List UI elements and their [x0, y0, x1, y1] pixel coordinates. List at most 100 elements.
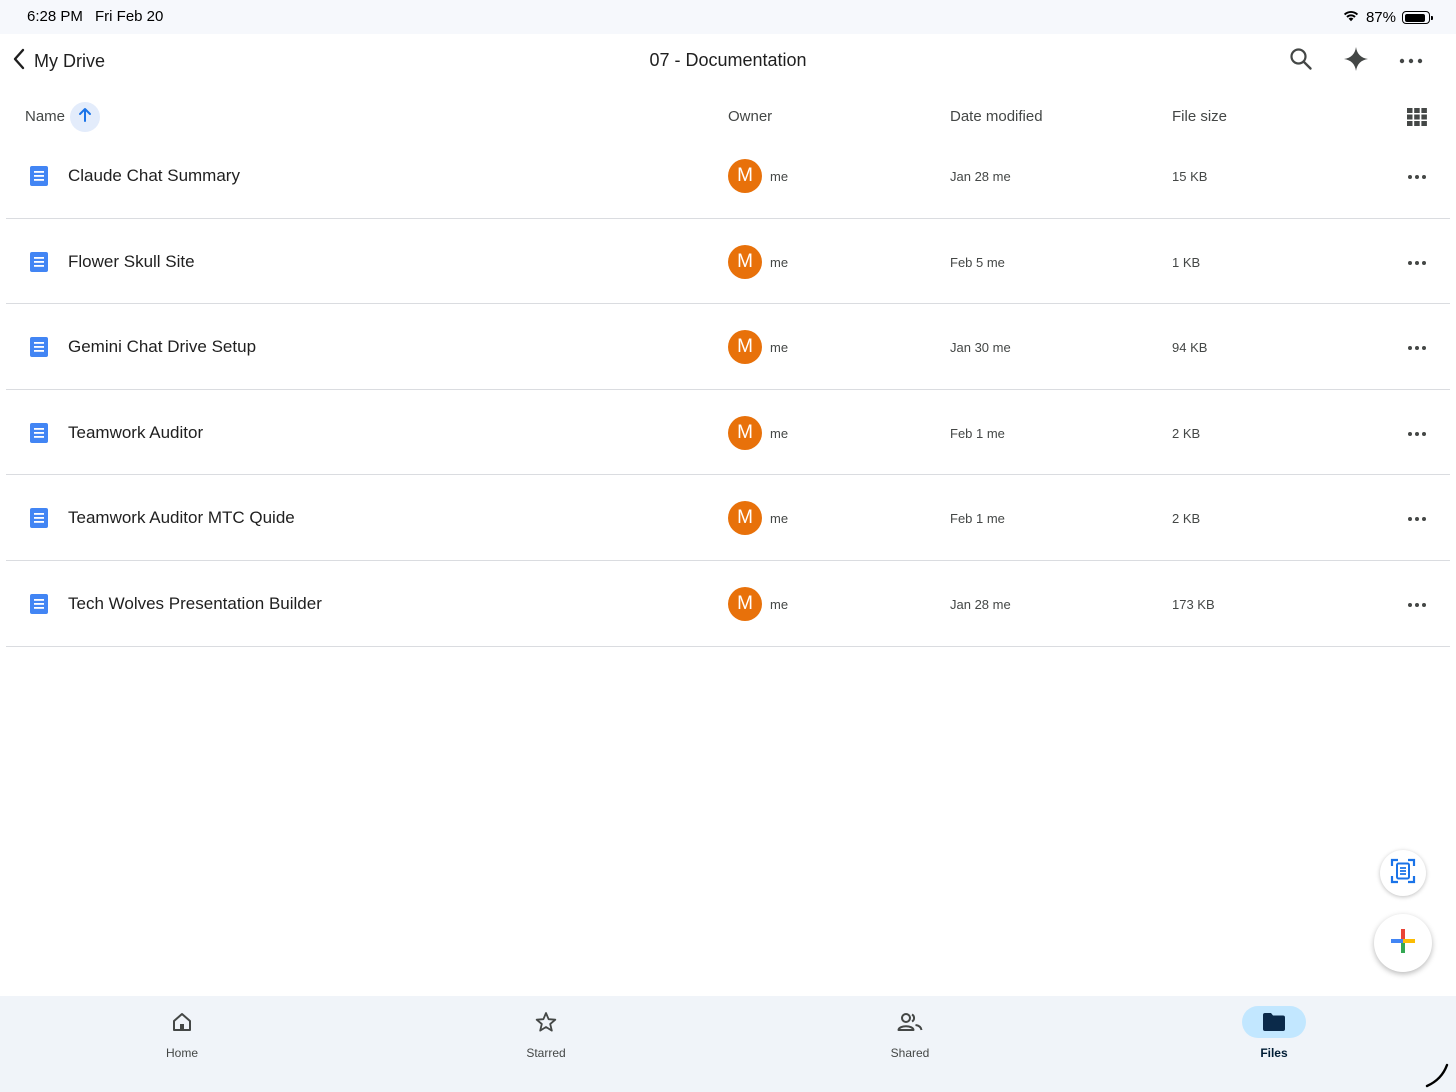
file-size: 15 KB — [1172, 169, 1208, 184]
more-icon — [1407, 338, 1427, 356]
battery-level — [1404, 13, 1425, 22]
file-owner: me — [770, 596, 789, 612]
file-name: Teamwork Auditor MTC Quide — [68, 508, 295, 528]
more-icon — [1407, 424, 1427, 442]
grid-view-button[interactable] — [1406, 106, 1428, 128]
owner-avatar: M — [728, 586, 762, 621]
more-icon — [1407, 509, 1427, 527]
column-file-size: File size — [1172, 108, 1228, 125]
file-date-modified: Jan 30 me — [950, 340, 1011, 356]
scan-document-button[interactable] — [1380, 850, 1426, 896]
page-title: 07 - Documentation — [649, 50, 807, 70]
file-owner: me — [770, 340, 789, 356]
file-owner: me — [770, 511, 789, 527]
file-size: 2 KB — [1172, 425, 1201, 441]
sort-direction-button[interactable] — [70, 102, 100, 132]
chevron-left-icon — [12, 48, 26, 75]
file-owner: me — [770, 169, 789, 184]
google-docs-icon — [29, 508, 49, 529]
file-more-button[interactable] — [1402, 334, 1432, 360]
back-button[interactable]: My Drive — [12, 46, 105, 76]
owner-avatar: M — [728, 159, 762, 193]
file-date-modified: Feb 1 me — [950, 511, 1005, 527]
owner-avatar: M — [728, 244, 762, 279]
column-owner: Owner — [728, 108, 773, 125]
file-name: Tech Wolves Presentation Builder — [68, 593, 322, 613]
file-name: Flower Skull Site — [68, 251, 195, 271]
file-date-modified: Feb 1 me — [950, 425, 1005, 441]
file-more-button[interactable] — [1402, 249, 1432, 275]
file-size: 173 KB — [1172, 596, 1215, 612]
file-owner: me — [770, 425, 789, 441]
owner-avatar: M — [728, 330, 762, 365]
folder-icon — [1242, 1006, 1306, 1038]
nav-starred[interactable]: Starred — [476, 1006, 616, 1060]
file-name: Teamwork Auditor — [68, 422, 204, 442]
file-more-button[interactable] — [1402, 163, 1432, 189]
column-name[interactable]: Name — [25, 108, 65, 125]
google-docs-icon — [29, 251, 49, 272]
new-item-button[interactable] — [1374, 914, 1432, 972]
file-row[interactable]: Gemini Chat Drive Setup Mme Jan 30 me 94 KB — [6, 304, 1450, 390]
file-row[interactable]: Claude Chat Summary Mme Jan 28 me 15 KB — [6, 133, 1450, 219]
google-docs-icon — [29, 422, 49, 443]
more-icon — [1407, 253, 1427, 271]
wifi-icon — [1342, 8, 1360, 27]
gemini-sparkle-icon — [1342, 45, 1370, 78]
search-icon — [1288, 46, 1314, 77]
owner-avatar: M — [728, 415, 762, 450]
google-docs-icon — [29, 593, 49, 614]
file-date-modified: Jan 28 me — [950, 596, 1011, 612]
file-date-modified: Jan 28 me — [950, 169, 1011, 184]
file-row[interactable]: Flower Skull Site Mme Feb 5 me 1 KB — [6, 219, 1450, 305]
file-date-modified: Feb 5 me — [950, 254, 1005, 270]
nav-label: Home — [165, 1046, 198, 1060]
nav-label: Files — [1260, 1046, 1288, 1060]
nav-shared[interactable]: Shared — [840, 1006, 980, 1060]
file-name: Claude Chat Summary — [68, 166, 240, 185]
status-bar: 6:28 PM Fri Feb 20 87% — [0, 0, 1456, 34]
nav-files[interactable]: Files — [1204, 1006, 1344, 1060]
bottom-navigation: Home Starred Shared Files — [0, 996, 1456, 1092]
more-icon — [1407, 167, 1427, 185]
nav-label: Starred — [526, 1046, 566, 1060]
battery-percent: 87% — [1365, 9, 1396, 26]
file-size: 1 KB — [1172, 254, 1201, 270]
file-size: 2 KB — [1172, 511, 1201, 527]
file-row[interactable]: Teamwork Auditor Mme Feb 1 me 2 KB — [6, 390, 1450, 476]
status-date: Fri Feb 20 — [95, 8, 164, 25]
grid-view-icon — [1406, 108, 1428, 132]
file-more-button[interactable] — [1402, 505, 1432, 531]
shared-people-icon — [878, 1006, 942, 1038]
battery-icon — [1402, 11, 1433, 24]
file-more-button[interactable] — [1402, 420, 1432, 446]
file-size: 94 KB — [1172, 340, 1208, 356]
arrow-up-icon — [78, 107, 92, 127]
file-row[interactable]: Teamwork Auditor MTC Quide Mme Feb 1 me 2 K… — [6, 475, 1450, 561]
status-time: 6:28 PM — [27, 8, 83, 25]
more-icon — [1407, 595, 1427, 613]
top-app-bar: My Drive 07 - Documentation — [0, 34, 1456, 88]
home-icon — [150, 1006, 214, 1038]
more-icon — [1399, 52, 1423, 70]
search-button[interactable] — [1286, 46, 1316, 76]
status-indicators: 87% — [1342, 8, 1433, 27]
owner-avatar: M — [728, 501, 762, 536]
file-more-button[interactable] — [1402, 591, 1432, 617]
file-name: Gemini Chat Drive Setup — [68, 337, 257, 357]
file-owner: me — [770, 254, 789, 270]
nav-home[interactable]: Home — [112, 1006, 252, 1060]
google-docs-icon — [29, 166, 49, 186]
file-row[interactable]: Tech Wolves Presentation Builder Mme Jan 2… — [6, 561, 1450, 647]
list-column-header: Name Owner Date modified File size — [0, 96, 1456, 138]
scan-document-icon — [1390, 858, 1416, 889]
drive-folder-screen: 6:28 PM Fri Feb 20 87% My Drive 07 - Doc… — [0, 0, 1456, 1092]
nav-label: Shared — [890, 1046, 930, 1060]
column-date-modified: Date modified — [950, 108, 1043, 125]
pencil-indicator-icon — [1424, 1062, 1450, 1088]
google-docs-icon — [29, 337, 49, 358]
plus-icon — [1389, 927, 1417, 960]
more-options-button[interactable] — [1396, 46, 1426, 76]
back-label: My Drive — [34, 50, 105, 71]
gemini-button[interactable] — [1341, 46, 1371, 76]
